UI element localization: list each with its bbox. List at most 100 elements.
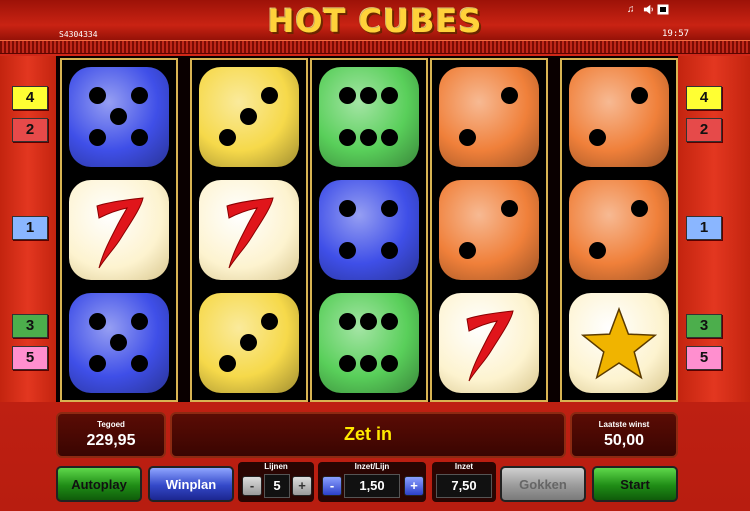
total-bet-label: Inzet [454, 462, 474, 471]
reel-symbol [439, 293, 539, 393]
die-pip [459, 242, 476, 259]
reel-symbol [439, 180, 539, 280]
star-icon [580, 306, 658, 380]
reel-1 [60, 58, 178, 402]
bet-per-line-value: 1,50 [344, 474, 400, 498]
reel-symbol [69, 293, 169, 393]
orange-die-two [569, 180, 669, 280]
die-pip [131, 313, 148, 330]
reel-3 [310, 58, 428, 402]
speaker-icon[interactable] [643, 4, 654, 19]
orange-die-two [569, 67, 669, 167]
bet-per-line-label: Inzet/Lijn [354, 462, 390, 471]
reel-symbol [569, 180, 669, 280]
reel-symbol [69, 180, 169, 280]
reel-symbol [199, 293, 299, 393]
header-stripe [0, 40, 750, 54]
die-pip [89, 355, 106, 372]
die-pip [360, 355, 377, 372]
lines-plus-button[interactable]: + [292, 476, 312, 496]
die-pip [89, 129, 106, 146]
music-note-icon[interactable]: ♫ [627, 4, 635, 16]
reel-symbol [319, 293, 419, 393]
die-pip [339, 200, 356, 217]
reel-symbol [439, 67, 539, 167]
reel-symbol [319, 180, 419, 280]
reel-symbol [569, 67, 669, 167]
game-screen: HOT CUBES S4304334 19:57 ♫ 4 2 1 3 5 4 2 1 3 5 T… [0, 0, 750, 511]
orange-die-two [439, 67, 539, 167]
balance-box: Tegoed 229,95 [56, 412, 166, 458]
payline-marker-3[interactable]: 3 [686, 314, 722, 338]
payline-marker-1[interactable]: 1 [686, 216, 722, 240]
bet-minus-button[interactable]: - [322, 476, 342, 496]
last-win-box: Laatste winst 50,00 [570, 412, 678, 458]
die-pip [631, 87, 648, 104]
seven-die [439, 293, 539, 393]
die-pip [360, 87, 377, 104]
die-pip [501, 87, 518, 104]
last-win-value: 50,00 [603, 432, 645, 449]
status-message: Zet in [344, 424, 392, 444]
fullscreen-icon[interactable] [657, 4, 669, 19]
lines-label: Lijnen [264, 462, 288, 471]
seven-icon [226, 197, 274, 269]
die-pip [89, 313, 106, 330]
green-die-six [319, 293, 419, 393]
reel-2 [190, 58, 308, 402]
gamble-button[interactable]: Gokken [500, 466, 586, 502]
blue-die-five [69, 67, 169, 167]
total-bet-value: 7,50 [436, 474, 492, 498]
payline-marker-1[interactable]: 1 [12, 216, 48, 240]
payline-marker-5[interactable]: 5 [686, 346, 722, 370]
die-pip [631, 200, 648, 217]
die-pip [589, 242, 606, 259]
die-pip [219, 129, 236, 146]
payline-marker-5[interactable]: 5 [12, 346, 48, 370]
die-pip [110, 334, 127, 351]
reel-symbol [319, 67, 419, 167]
die-pip [381, 313, 398, 330]
reel-symbol [199, 67, 299, 167]
yellow-die-three [199, 293, 299, 393]
autoplay-button[interactable]: Autoplay [56, 466, 142, 502]
die-pip [381, 87, 398, 104]
seven-die [199, 180, 299, 280]
seven-icon [466, 310, 514, 382]
die-pip [219, 355, 236, 372]
payline-marker-4[interactable]: 4 [686, 86, 722, 110]
die-pip [131, 129, 148, 146]
reel-symbol [69, 67, 169, 167]
yellow-die-three [199, 67, 299, 167]
start-button[interactable]: Start [592, 466, 678, 502]
die-pip [131, 355, 148, 372]
clock: 19:57 [662, 29, 690, 39]
die-pip [110, 108, 127, 125]
die-pip [339, 242, 356, 259]
die-pip [240, 334, 257, 351]
die-pip [339, 355, 356, 372]
message-box: Zet in [170, 412, 566, 458]
payline-marker-2[interactable]: 2 [686, 118, 722, 142]
payline-marker-3[interactable]: 3 [12, 314, 48, 338]
info-bar: Tegoed 229,95 Zet in Laatste winst 50,00 [56, 412, 678, 460]
game-id: S4304334 [59, 30, 98, 39]
reel-symbol [199, 180, 299, 280]
reel-4 [430, 58, 548, 402]
die-pip [360, 313, 377, 330]
die-pip [501, 200, 518, 217]
die-pip [360, 129, 377, 146]
winplan-button[interactable]: Winplan [148, 466, 234, 502]
die-pip [339, 313, 356, 330]
die-pip [339, 87, 356, 104]
die-pip [131, 87, 148, 104]
payline-marker-2[interactable]: 2 [12, 118, 48, 142]
blue-die-five [69, 293, 169, 393]
seven-icon [96, 197, 144, 269]
payline-marker-4[interactable]: 4 [12, 86, 48, 110]
bet-plus-button[interactable]: + [404, 476, 424, 496]
lines-minus-button[interactable]: - [242, 476, 262, 496]
die-pip [381, 129, 398, 146]
die-pip [459, 129, 476, 146]
reel-5 [560, 58, 678, 402]
